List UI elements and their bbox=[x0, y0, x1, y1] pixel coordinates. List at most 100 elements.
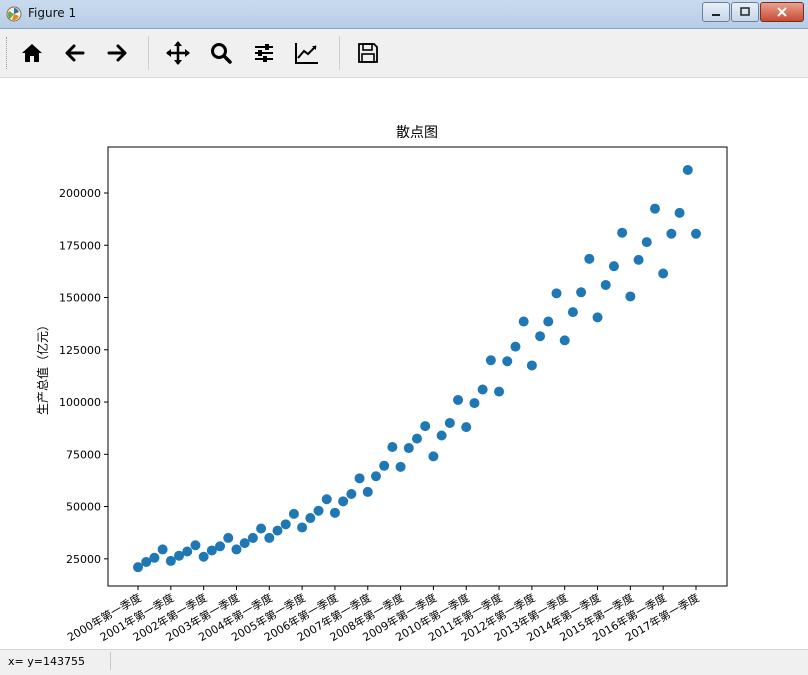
data-point bbox=[485, 355, 496, 366]
toolbar-grip bbox=[6, 37, 11, 69]
data-point bbox=[149, 552, 160, 563]
data-point bbox=[649, 203, 660, 214]
edit-axis-button[interactable] bbox=[292, 38, 322, 68]
status-divider bbox=[110, 652, 111, 670]
home-button[interactable] bbox=[17, 38, 47, 68]
data-point bbox=[682, 164, 693, 175]
y-tick-label: 50000 bbox=[66, 501, 101, 514]
data-point bbox=[157, 544, 168, 555]
data-point bbox=[362, 486, 373, 497]
data-point bbox=[403, 443, 414, 454]
zoom-button[interactable] bbox=[206, 38, 236, 68]
configure-subplots-icon bbox=[255, 44, 273, 62]
maximize-button[interactable] bbox=[731, 2, 759, 22]
data-point bbox=[288, 508, 299, 519]
data-point bbox=[297, 522, 308, 533]
data-point bbox=[395, 461, 406, 472]
edit-axis-icon bbox=[295, 43, 318, 64]
data-point bbox=[551, 288, 562, 299]
forward-button[interactable] bbox=[102, 38, 132, 68]
data-point bbox=[305, 513, 316, 524]
data-point bbox=[617, 227, 628, 238]
data-point bbox=[658, 268, 669, 279]
plot-area-frame bbox=[107, 146, 728, 587]
data-point bbox=[674, 207, 685, 218]
data-point bbox=[190, 540, 201, 551]
data-point bbox=[280, 519, 291, 530]
back-button[interactable] bbox=[60, 38, 90, 68]
minimize-button[interactable] bbox=[702, 2, 730, 22]
data-point bbox=[354, 473, 365, 484]
data-point bbox=[329, 507, 340, 518]
data-point bbox=[526, 360, 537, 371]
save-icon bbox=[358, 43, 378, 63]
data-point bbox=[165, 555, 176, 566]
close-icon bbox=[777, 7, 787, 17]
data-point bbox=[625, 291, 636, 302]
data-point bbox=[494, 386, 505, 397]
cursor-coordinates: x= y=143755 bbox=[8, 655, 85, 668]
data-point bbox=[231, 544, 242, 555]
y-axis-label: 生产总值（亿元） bbox=[35, 319, 50, 415]
home-icon bbox=[22, 44, 42, 62]
data-point bbox=[428, 451, 439, 462]
data-point bbox=[691, 228, 701, 239]
navigation-toolbar bbox=[0, 29, 808, 78]
data-point bbox=[379, 460, 390, 471]
y-tick-label: 75000 bbox=[66, 448, 101, 461]
zoom-icon bbox=[211, 43, 232, 64]
data-point bbox=[535, 331, 546, 342]
x-axis-ticks: 2000年第一季度2001年第一季度2002年第一季度2003年第一季度2004… bbox=[65, 586, 702, 644]
data-point bbox=[239, 538, 250, 549]
y-tick-label: 175000 bbox=[59, 239, 101, 252]
data-point bbox=[420, 421, 431, 432]
figure-canvas[interactable]: 散点图 生产总值（亿元） 25000 50000 75000 100000 125000… bbox=[0, 78, 808, 649]
window-titlebar: Figure 1 bbox=[0, 0, 808, 29]
data-point bbox=[600, 279, 611, 290]
data-point bbox=[370, 471, 381, 482]
configure-subplots-button[interactable] bbox=[249, 38, 279, 68]
save-button[interactable] bbox=[353, 38, 383, 68]
pan-button[interactable] bbox=[163, 38, 193, 68]
data-point bbox=[510, 341, 521, 352]
data-point bbox=[453, 394, 464, 405]
status-bar: x= y=143755 bbox=[0, 649, 808, 675]
data-point bbox=[346, 489, 357, 500]
data-point bbox=[543, 316, 554, 327]
data-point bbox=[592, 312, 603, 323]
data-point bbox=[559, 335, 570, 346]
data-point bbox=[272, 525, 283, 536]
data-point bbox=[608, 261, 619, 272]
data-point bbox=[133, 562, 143, 573]
data-point bbox=[436, 430, 447, 441]
y-tick-label: 125000 bbox=[59, 344, 101, 357]
data-point bbox=[502, 356, 513, 367]
maximize-icon bbox=[740, 7, 750, 16]
data-point bbox=[584, 253, 595, 264]
data-point bbox=[461, 422, 472, 433]
data-point bbox=[576, 287, 587, 298]
toolbar-separator bbox=[339, 36, 340, 70]
minimize-icon bbox=[712, 14, 720, 16]
data-point bbox=[666, 228, 677, 239]
data-point bbox=[633, 254, 644, 265]
data-point bbox=[215, 541, 226, 552]
data-point bbox=[223, 532, 234, 543]
data-point bbox=[198, 551, 209, 562]
window-controls bbox=[701, 2, 804, 22]
matplotlib-app-icon bbox=[6, 6, 22, 22]
back-arrow-icon bbox=[65, 44, 85, 62]
scatter-chart: 散点图 生产总值（亿元） 25000 50000 75000 100000 125000… bbox=[35, 125, 728, 644]
data-point bbox=[469, 398, 480, 409]
close-button[interactable] bbox=[760, 2, 804, 22]
y-axis-ticks: 25000 50000 75000 100000 125000 150000 175000 2… bbox=[59, 187, 108, 566]
window-title: Figure 1 bbox=[28, 6, 77, 20]
pan-icon bbox=[166, 41, 190, 65]
data-point bbox=[387, 441, 398, 452]
chart-title: 散点图 bbox=[396, 125, 438, 141]
data-point bbox=[256, 523, 267, 534]
data-point bbox=[567, 307, 578, 318]
y-tick-label: 100000 bbox=[59, 396, 101, 409]
data-point bbox=[247, 532, 258, 543]
data-point bbox=[412, 433, 422, 444]
